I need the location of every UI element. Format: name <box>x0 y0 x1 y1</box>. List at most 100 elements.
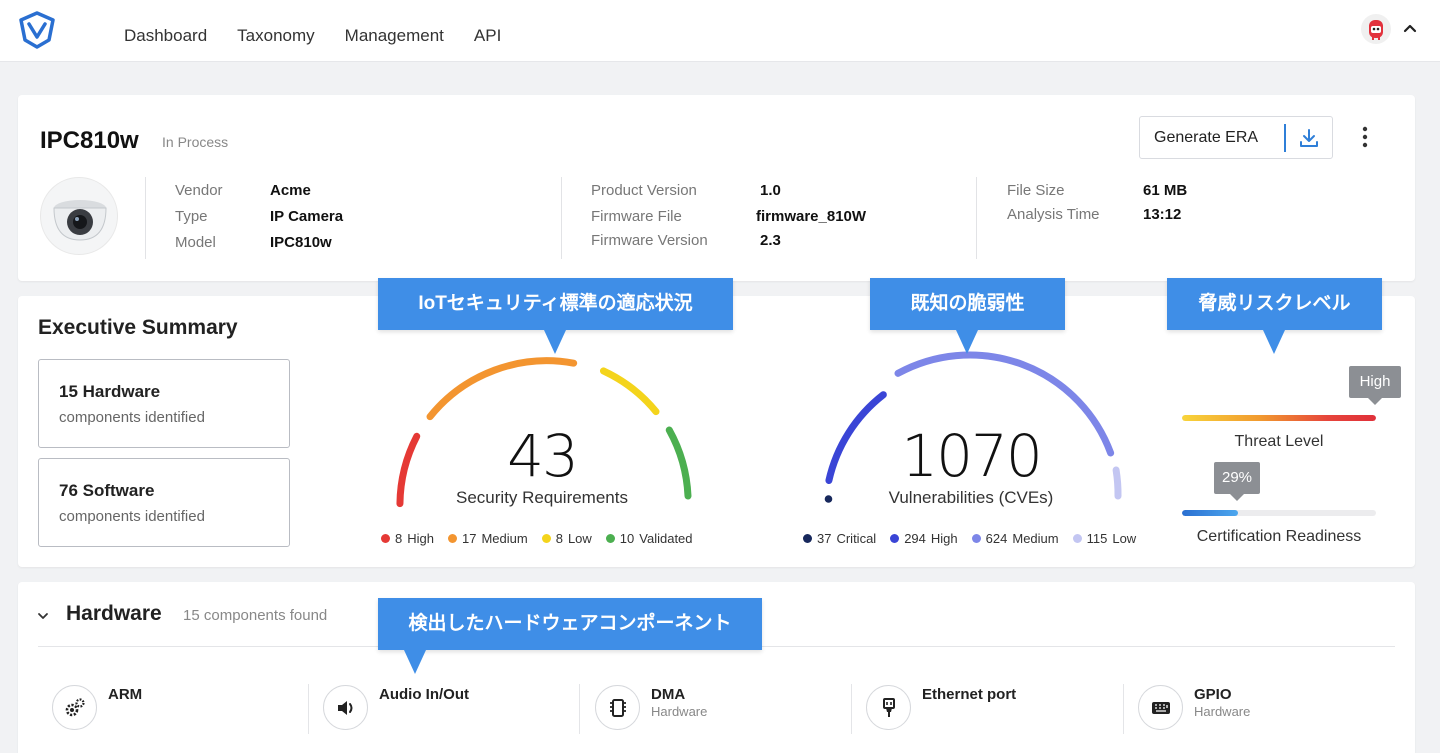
gauge-segment-validated <box>665 426 692 500</box>
callout-text: 既知の脆弱性 <box>910 293 1025 314</box>
legend-critical: 37 Critical <box>803 531 876 546</box>
certification-readiness-fill <box>1182 510 1239 516</box>
gears-icon <box>52 685 97 730</box>
component-type: Hardware <box>651 704 708 719</box>
legend-validated: 10 Validated <box>605 531 693 546</box>
threat-level-label: Threat Level <box>1234 433 1324 450</box>
product-fields-1: Vendor Acme Type IP Camera Model IPC810w <box>175 182 475 262</box>
product-card: IPC810w In Process Vendor Acme Type IP C… <box>18 95 1415 281</box>
divider <box>145 177 146 259</box>
callout-text: 脅威リスクレベル <box>1198 293 1351 314</box>
product-version-value: 1.0 <box>760 182 781 199</box>
hardware-count-desc: components identified <box>59 409 205 426</box>
product-version-label: Product Version <box>591 182 697 199</box>
type-label: Type <box>175 208 208 225</box>
legend-low: 115 Low <box>1072 531 1136 546</box>
vulnerabilities-label: Vulnerabilities (CVEs) <box>888 488 1054 507</box>
camera-image-icon <box>53 200 107 241</box>
product-fields-2: Product Version 1.0 Firmware File firmwa… <box>591 182 941 262</box>
divider <box>561 177 562 259</box>
gauge-segment-low <box>599 367 660 416</box>
threat-level-fill <box>1182 415 1376 421</box>
callout-pointer <box>1263 330 1285 354</box>
callout-iot-standard: IoTセキュリティ標準の適応状況 <box>378 278 733 354</box>
component-name: Ethernet port <box>922 686 1017 703</box>
model-label: Model <box>175 234 216 251</box>
divider <box>976 177 977 259</box>
chevron-down-icon[interactable] <box>36 609 50 623</box>
hardware-title: Hardware <box>66 602 162 625</box>
vendor-value: Acme <box>270 182 311 199</box>
brand-logo-icon[interactable] <box>16 10 58 50</box>
firmware-version-value: 2.3 <box>760 232 781 249</box>
security-requirements-count: 43 <box>507 422 579 490</box>
more-options-icon[interactable] <box>1358 125 1372 149</box>
nav-management[interactable]: Management <box>345 26 444 46</box>
callout-hardware-components: 検出したハードウェアコンポーネント <box>378 598 762 674</box>
product-name: IPC810w <box>40 127 139 154</box>
component-name: GPIO <box>1194 686 1232 703</box>
file-size-label: File Size <box>1007 182 1065 199</box>
hardware-count: 15 Hardware <box>59 382 161 401</box>
divider <box>851 684 852 734</box>
keyboard-icon <box>1138 685 1183 730</box>
divider <box>308 684 309 734</box>
generate-era-label: Generate ERA <box>1154 129 1259 146</box>
gauge-segment-low <box>1112 466 1122 500</box>
nav-dashboard[interactable]: Dashboard <box>124 26 207 46</box>
product-image <box>40 177 118 255</box>
vendor-label: Vendor <box>175 182 223 199</box>
button-separator <box>1284 124 1286 152</box>
analysis-time-label: Analysis Time <box>1007 206 1100 223</box>
speaker-icon <box>323 685 368 730</box>
legend-medium: 624 Medium <box>971 531 1059 546</box>
certification-readiness-label: Certification Readiness <box>1196 528 1362 545</box>
model-value: IPC810w <box>270 234 332 251</box>
software-count-desc: components identified <box>59 508 205 525</box>
hardware-count-box[interactable]: 15 Hardware components identified <box>38 359 290 448</box>
user-avatar[interactable] <box>1361 14 1391 44</box>
divider <box>1123 684 1124 734</box>
type-value: IP Camera <box>270 208 344 225</box>
firmware-version-label: Firmware Version <box>591 232 708 249</box>
legend-high: 8 High <box>381 531 434 546</box>
callout-text: IoTセキュリティ標準の適応状況 <box>418 293 693 314</box>
top-navigation-bar: Dashboard Taxonomy Management API <box>0 0 1440 62</box>
gauge-segment-critical <box>824 495 833 503</box>
executive-summary-card: Executive Summary 15 Hardware components… <box>18 296 1415 567</box>
chevron-up-icon[interactable] <box>1402 20 1418 36</box>
avatar-icon <box>1369 20 1383 40</box>
software-count-box[interactable]: 76 Software components identified <box>38 458 290 547</box>
vulnerabilities-count: 1070 <box>901 422 1043 490</box>
legend-low: 8 Low <box>541 531 592 546</box>
callout-text: 検出したハードウェアコンポーネント <box>408 613 732 634</box>
component-name: DMA <box>651 686 686 703</box>
legend-medium: 17 Medium <box>447 531 528 546</box>
callout-threat-level: 脅威リスクレベル <box>1167 278 1382 354</box>
ethernet-plug-icon <box>866 685 911 730</box>
firmware-file-label: Firmware File <box>591 208 682 225</box>
threat-level-bar <box>1182 415 1376 421</box>
certification-tooltip: 29% <box>1214 462 1260 501</box>
firmware-file-value: firmware_810W <box>756 208 867 225</box>
component-name: ARM <box>108 686 143 703</box>
callout-pointer <box>956 330 978 354</box>
analysis-time-value: 13:12 <box>1143 206 1182 223</box>
generate-era-button[interactable]: Generate ERA <box>1139 116 1333 159</box>
file-size-value: 61 MB <box>1143 182 1188 199</box>
threat-level-tooltip: High <box>1349 366 1401 405</box>
main-nav: Dashboard Taxonomy Management API <box>124 26 501 46</box>
nav-taxonomy[interactable]: Taxonomy <box>237 26 314 46</box>
chip-icon <box>595 685 640 730</box>
component-name: Audio In/Out <box>379 686 469 703</box>
nav-api[interactable]: API <box>474 26 501 46</box>
product-status: In Process <box>162 134 229 150</box>
gauge-segment-medium <box>426 357 578 421</box>
hardware-subtitle: 15 components found <box>183 607 328 624</box>
vulnerabilities-legend: 37 Critical 294 High 624 Medium 115 Low <box>803 531 1136 546</box>
gauge-segment-high <box>396 432 421 508</box>
component-type: Hardware <box>1194 704 1251 719</box>
callout-known-vulns: 既知の脆弱性 <box>870 278 1065 354</box>
product-fields-3: File Size 61 MB Analysis Time 13:12 <box>1007 182 1267 242</box>
download-icon[interactable] <box>1298 127 1320 149</box>
